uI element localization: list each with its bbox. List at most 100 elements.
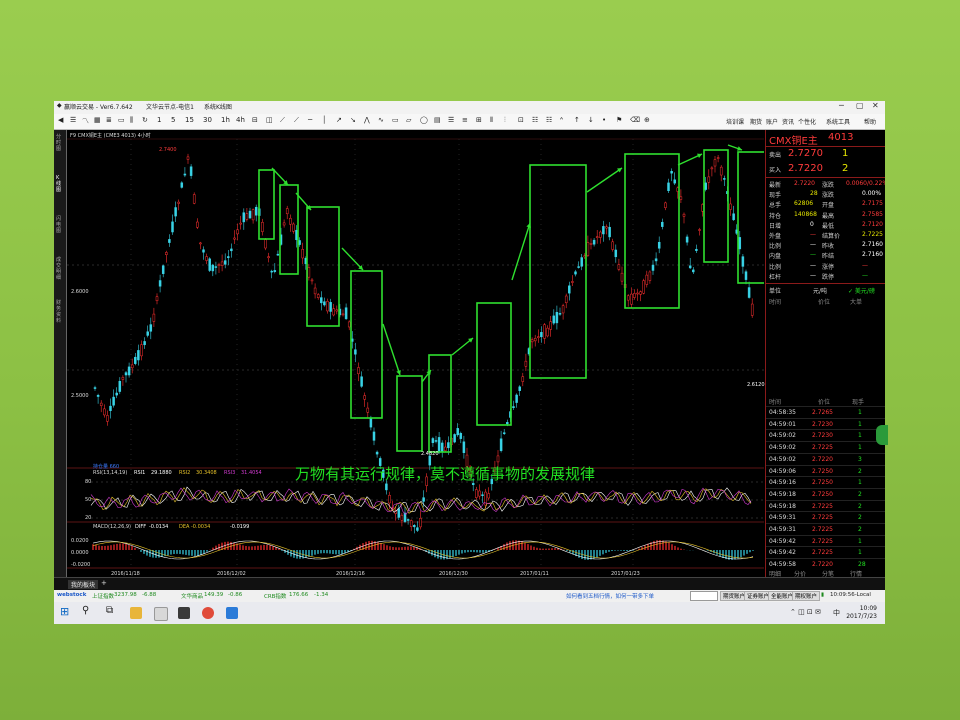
arrow-icon[interactable]: ↘ [350, 116, 356, 124]
kline-chart[interactable] [67, 130, 764, 577]
search-icon[interactable]: ⚲ [82, 605, 94, 617]
vline-icon[interactable]: │ [322, 116, 326, 124]
parallelogram-icon[interactable]: ▱ [406, 116, 411, 124]
lock-icon[interactable]: ⊕ [644, 116, 650, 124]
bracket-icon[interactable]: ⊟ [252, 116, 258, 124]
tab-kline[interactable]: K线图 [56, 175, 64, 193]
task-view-icon[interactable]: ⧉ [106, 605, 118, 617]
currency-toggle[interactable]: ✓ 美元/磅 [848, 286, 875, 295]
chrome-icon[interactable] [202, 607, 214, 619]
box2-icon[interactable]: ⊡ [518, 116, 524, 124]
trade-row[interactable]: 04:59:06 2.7250 2 [766, 464, 885, 477]
box-icon[interactable]: ◫ [266, 116, 273, 124]
trading-app-icon[interactable] [178, 607, 190, 619]
tab-timeshare[interactable]: 分时图 [56, 134, 64, 152]
help-notice-link[interactable]: 如何看到五档行情，如何一带多下单 [566, 592, 654, 600]
trade-row[interactable]: 04:59:16 2.7250 1 [766, 476, 885, 488]
floating-side-tab[interactable] [876, 425, 888, 445]
search-box[interactable] [690, 591, 718, 601]
up-arrow-icon[interactable]: ↑ [574, 116, 580, 124]
grid-icon[interactable]: ▦ [94, 116, 101, 124]
list-icon[interactable]: ≣ [106, 116, 112, 124]
trade-row[interactable]: 04:59:42 2.7225 1 [766, 546, 885, 558]
trade-row[interactable]: 04:59:42 2.7225 1 [766, 534, 885, 547]
menu-tools[interactable]: 系统工具 [826, 117, 850, 126]
tab-financial[interactable]: 财务资料 [56, 300, 64, 324]
dot-icon[interactable]: • [602, 116, 606, 124]
trade-row[interactable]: 04:59:02 2.7220 3 [766, 452, 885, 465]
tray-icons[interactable]: ⌃ ◫ ⊡ ✉ [790, 608, 821, 616]
menu-personalize[interactable]: 个性化 [798, 117, 816, 126]
zigzag-icon[interactable]: ⋀ [364, 116, 370, 124]
trade-row[interactable]: 04:59:31 2.7225 2 [766, 523, 885, 535]
hline-icon[interactable]: ─ [308, 116, 312, 124]
webstock-brand[interactable]: webstock [57, 592, 86, 598]
ray-icon[interactable]: ↗ [336, 116, 342, 124]
options-account-button[interactable]: 期权账户 [792, 591, 821, 601]
candle-icon[interactable]: ⫼ [130, 116, 133, 125]
period-1h[interactable]: 1h [221, 116, 230, 124]
menu-account[interactable]: 账户 [766, 117, 778, 126]
menu-icon[interactable]: ☰ [70, 116, 76, 124]
os-taskbar: ⊞ ⚲ ⧉ ⌃ ◫ ⊡ ✉ 中 10:09 2017/7/23 [54, 602, 885, 624]
trade-time: 04:59:02 [769, 455, 796, 463]
mark-icon[interactable]: ☷ [532, 116, 538, 124]
add-tab-icon[interactable]: + [101, 579, 107, 587]
close-button[interactable]: ✕ [872, 101, 879, 110]
maximize-button[interactable]: ▢ [856, 101, 864, 110]
draw-line2-icon[interactable]: ⟋ [294, 116, 299, 125]
trade-row[interactable]: 04:59:02 2.7225 1 [766, 441, 885, 453]
cycle-icon[interactable]: ⫴ [490, 116, 493, 125]
menu-news[interactable]: 资讯 [782, 117, 794, 126]
flag-icon[interactable]: ⚑ [616, 116, 622, 124]
period-4h[interactable]: 4h [236, 116, 245, 124]
chart-line-icon[interactable]: 〽 [82, 116, 89, 126]
trade-row[interactable]: 04:59:01 2.7230 1 [766, 417, 885, 430]
trade-row[interactable]: 04:59:31 2.7225 2 [766, 511, 885, 523]
trade-row[interactable]: 04:58:35 2.7265 1 [766, 406, 885, 418]
down-arrow-icon[interactable]: ↓ [588, 116, 594, 124]
input-lang[interactable]: 中 [833, 608, 840, 618]
window-icon[interactable]: ▭ [118, 116, 125, 124]
candle-body [289, 217, 292, 225]
chart-area[interactable]: F9 CMX铜E主 (CME3 4013) 4小时 2.7400 2.4820 … [67, 130, 765, 577]
windows-start-icon[interactable]: ⊞ [60, 605, 72, 618]
channel-icon[interactable]: ▤ [434, 116, 441, 124]
menu-futures[interactable]: 期货 [750, 117, 762, 126]
refresh-icon[interactable]: ↻ [142, 116, 148, 124]
app-window-icon[interactable] [154, 607, 168, 621]
minimize-button[interactable]: ─ [839, 101, 844, 110]
menu-training[interactable]: 培训课 [726, 117, 744, 126]
period-1[interactable]: 1 [157, 116, 161, 124]
buy-price[interactable]: 2.7220 [788, 163, 823, 174]
window-mode[interactable]: 系统K线图 [204, 102, 232, 111]
erase-icon[interactable]: ⌫ [630, 116, 640, 124]
server-node[interactable]: 文华云节点-电信1 [146, 102, 194, 111]
text-icon[interactable]: ⫶ [504, 116, 506, 125]
wave-icon[interactable]: ∿ [378, 116, 384, 124]
period-30[interactable]: 30 [203, 116, 212, 124]
tab-flash[interactable]: 闪电图 [56, 216, 64, 234]
abc-icon[interactable]: ᴬ [560, 116, 563, 124]
sell-price[interactable]: 2.7270 [788, 148, 823, 159]
fib-icon[interactable]: ☰ [448, 116, 454, 124]
menu-help[interactable]: 帮助 [864, 117, 876, 126]
gann-icon[interactable]: ⊞ [476, 116, 482, 124]
period-15[interactable]: 15 [185, 116, 194, 124]
candle-body [648, 271, 652, 281]
ellipse-icon[interactable]: ◯ [420, 116, 428, 124]
system-clock[interactable]: 10:09 2017/7/23 [846, 605, 877, 621]
trade-row[interactable]: 04:59:18 2.7250 2 [766, 487, 885, 500]
trade-row[interactable]: 04:59:02 2.7230 1 [766, 429, 885, 441]
mark2-icon[interactable]: ☷ [546, 116, 552, 124]
tab-my-board[interactable]: 我的板块 [68, 580, 99, 589]
trade-row[interactable]: 04:59:18 2.7225 2 [766, 499, 885, 512]
file-explorer-icon[interactable] [130, 607, 142, 619]
period-5[interactable]: 5 [171, 116, 175, 124]
rect-icon[interactable]: ▭ [392, 116, 399, 124]
back-icon[interactable]: ◀ [58, 116, 63, 124]
draw-line-icon[interactable]: ⟋ [280, 116, 285, 125]
app-blue-icon[interactable] [226, 607, 238, 619]
tab-trade-detail[interactable]: 成交明细 [56, 257, 64, 281]
fib2-icon[interactable]: ≡ [462, 116, 468, 124]
